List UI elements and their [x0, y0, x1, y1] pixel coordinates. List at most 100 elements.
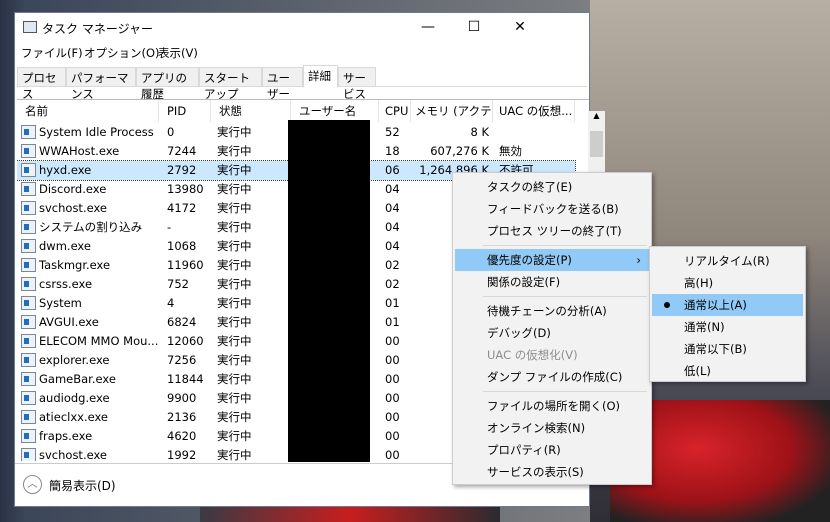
redacted-username-column [288, 120, 370, 462]
cell-name: GameBar.exe [39, 372, 116, 386]
priority-item-3[interactable]: 通常(N) [652, 316, 803, 338]
cell-status: 実行中 [217, 315, 252, 329]
menu-item-7[interactable]: 待機チェーンの分析(A) [455, 300, 649, 322]
cell-cpu: 01 [385, 315, 400, 329]
cell-name: explorer.exe [39, 353, 110, 367]
menu-item-8[interactable]: デバッグ(D) [455, 322, 649, 344]
cell-mem: 607,276 K [430, 144, 489, 158]
menu-item-label: 通常以上(A) [684, 298, 747, 312]
column-cpu[interactable]: CPU [379, 100, 411, 122]
tab-performance[interactable]: パフォーマンス [66, 67, 136, 101]
cell-cpu: 18 [385, 144, 400, 158]
cell-name: System Idle Process [39, 125, 154, 139]
minimize-button[interactable]: — [405, 13, 451, 43]
cell-status: 実行中 [217, 391, 252, 405]
menu-item-14[interactable]: プロパティ(R) [455, 439, 649, 461]
menu-separator [483, 391, 647, 392]
chevron-up-icon[interactable]: ︿ [23, 475, 42, 494]
cell-status: 実行中 [217, 163, 252, 177]
menu-item-label: サービスの表示(S) [487, 465, 584, 479]
column-username[interactable]: ユーザー名 [291, 100, 379, 122]
cell-name: ELECOM MMO Mou... [39, 334, 159, 348]
menu-item-1[interactable]: フィードバックを送る(B) [455, 198, 649, 220]
scrollbar-thumb[interactable] [590, 131, 603, 157]
column-status[interactable]: 状態 [211, 100, 291, 122]
menu-item-4[interactable]: 優先度の設定(P) › [455, 249, 649, 271]
cell-mem: 8 K [470, 125, 489, 139]
menu-item-15[interactable]: サービスの表示(S) [455, 461, 649, 483]
column-uac[interactable]: UAC の仮想... [493, 100, 575, 122]
menu-item-9[interactable]: UAC の仮想化(V) [455, 344, 649, 366]
menu-options[interactable]: オプション(O) [84, 45, 160, 61]
process-icon [21, 182, 36, 196]
cell-status: 実行中 [217, 372, 252, 386]
menu-item-label: 低(L) [684, 364, 711, 378]
priority-item-2[interactable]: 通常以上(A) [652, 294, 803, 316]
cell-cpu: 02 [385, 277, 400, 291]
close-button[interactable]: ✕ [497, 13, 543, 43]
cell-cpu: 04 [385, 201, 400, 215]
cell-cpu: 04 [385, 182, 400, 196]
menu-item-10[interactable]: ダンプ ファイルの作成(C) [455, 366, 649, 388]
menu-item-label: タスクの終了(E) [487, 180, 573, 194]
cell-uac: 無効 [499, 144, 522, 158]
priority-item-5[interactable]: 低(L) [652, 360, 803, 382]
cell-status: 実行中 [217, 448, 252, 461]
cell-name: dwm.exe [39, 239, 91, 253]
cell-cpu: 04 [385, 239, 400, 253]
menu-item-label: デバッグ(D) [487, 326, 551, 340]
menu-item-13[interactable]: オンライン検索(N) [455, 417, 649, 439]
cell-cpu: 00 [385, 410, 400, 424]
context-menu: タスクの終了(E) フィードバックを送る(B) プロセス ツリーの終了(T) 優先度の… [452, 172, 652, 485]
scroll-up-icon[interactable]: ▲ [588, 111, 605, 120]
menu-item-0[interactable]: タスクの終了(E) [455, 176, 649, 198]
cell-pid: 11960 [167, 258, 204, 272]
cell-pid: 4 [167, 296, 175, 310]
cell-pid: 11844 [167, 372, 204, 386]
cell-pid: 6824 [167, 315, 197, 329]
menu-item-2[interactable]: プロセス ツリーの終了(T) [455, 220, 649, 242]
cell-pid: 7256 [167, 353, 197, 367]
column-name[interactable]: 名前 [17, 100, 159, 122]
cell-cpu: 04 [385, 220, 400, 234]
menu-item-label: プロセス ツリーの終了(T) [487, 224, 622, 238]
process-icon [21, 296, 36, 310]
cell-name: WWAHost.exe [39, 144, 120, 158]
window-title: タスク マネージャー [42, 22, 153, 36]
cell-status: 実行中 [217, 258, 252, 272]
tab-details[interactable]: 詳細 [303, 65, 338, 88]
maximize-button[interactable]: ☐ [451, 13, 497, 43]
menu-item-label: UAC の仮想化(V) [487, 348, 578, 362]
chevron-right-icon: › [636, 253, 641, 267]
cell-name: svchost.exe [39, 448, 108, 461]
menu-separator [483, 245, 647, 246]
menu-item-label: オンライン検索(N) [487, 421, 586, 435]
cell-name: atieclxx.exe [39, 410, 109, 424]
menu-view[interactable]: 表示(V) [158, 45, 198, 61]
menu-item-12[interactable]: ファイルの場所を開く(O) [455, 395, 649, 417]
priority-item-0[interactable]: リアルタイム(R) [652, 250, 803, 272]
cell-name: System [39, 296, 82, 310]
tab-services[interactable]: サービス [338, 67, 376, 101]
task-manager-icon [23, 21, 37, 33]
tab-startup[interactable]: スタートアップ [199, 67, 262, 101]
menu-file[interactable]: ファイル(F) [21, 45, 83, 61]
tab-app-history[interactable]: アプリの履歴 [136, 67, 199, 101]
column-pid[interactable]: PID [159, 100, 211, 122]
cell-cpu: 00 [385, 372, 400, 386]
cell-cpu: 00 [385, 353, 400, 367]
cell-status: 実行中 [217, 296, 252, 310]
priority-item-4[interactable]: 通常以下(B) [652, 338, 803, 360]
priority-item-1[interactable]: 高(H) [652, 272, 803, 294]
tab-users[interactable]: ユーザー [262, 67, 303, 101]
tab-bar: プロセス パフォーマンス アプリの履歴 スタートアップ ユーザー 詳細 サービス [17, 65, 587, 101]
cell-pid: 4172 [167, 201, 197, 215]
menu-separator [483, 296, 647, 297]
simple-view-link[interactable]: 簡易表示(D) [49, 477, 116, 494]
column-memory[interactable]: メモリ (アクテ... [411, 100, 493, 122]
menu-item-5[interactable]: 関係の設定(F) [455, 271, 649, 293]
process-icon [21, 391, 36, 405]
process-icon [21, 448, 36, 461]
tab-processes[interactable]: プロセス [17, 67, 66, 101]
cell-pid: 1068 [167, 239, 197, 253]
